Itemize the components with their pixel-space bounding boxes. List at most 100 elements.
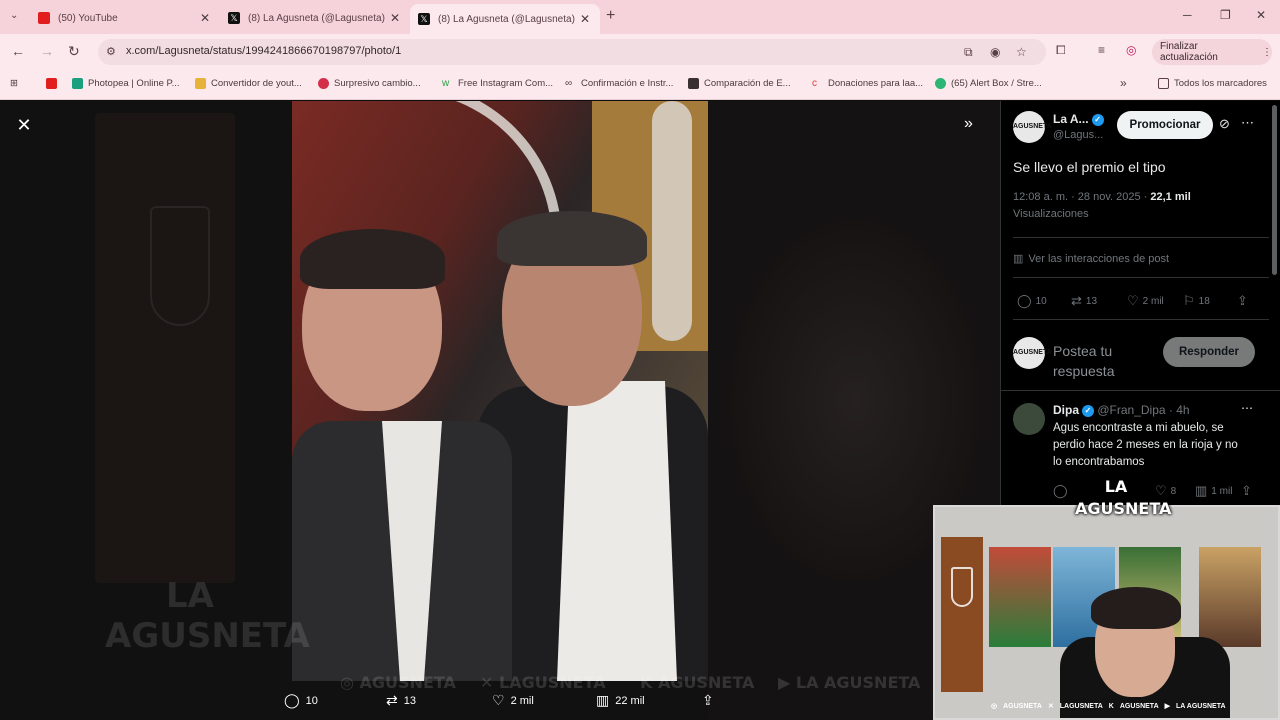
reply-more-icon[interactable]: ⋯ — [1241, 401, 1253, 415]
like-action[interactable]: ♡ 2 mil — [492, 692, 534, 709]
folder-icon — [195, 78, 206, 89]
bookmark-item[interactable]: c Donaciones para laa... — [812, 78, 923, 89]
webcam-overlay: ◎ AGUSNETA ✕ LAGUSNETA K AGUSNETA ▶ LA AGUSN… — [933, 505, 1280, 720]
bookmark-youtube[interactable] — [46, 78, 62, 89]
url-text[interactable]: x.com/Lagusneta/status/19942418666701987… — [126, 45, 401, 57]
bar-chart-icon: ▥ — [596, 692, 610, 708]
forward-icon[interactable]: → — [40, 43, 54, 59]
tab-youtube[interactable]: (50) YouTube ✕ — [30, 5, 220, 31]
close-tab-icon[interactable]: ✕ — [198, 11, 212, 25]
repost-icon: ⇄ — [1071, 293, 1082, 308]
more-vert-icon: ⋮ — [1262, 46, 1272, 58]
background-banner — [95, 113, 235, 583]
install-app-icon[interactable]: ⧉ — [964, 45, 973, 60]
reposts-stat[interactable]: ⇄ 13 — [1071, 293, 1097, 309]
tab-strip: ⌄ (50) YouTube ✕ 𝕏 (8) La Agusneta (@Lag… — [0, 0, 1280, 34]
scrollbar[interactable] — [1272, 105, 1277, 275]
streamer-hair — [1091, 587, 1181, 629]
more-options-icon[interactable]: ⋯ — [1241, 115, 1254, 131]
author-handle[interactable]: @Lagus... — [1053, 129, 1103, 141]
bookmark-item[interactable]: (65) Alert Box / Stre... — [935, 78, 1042, 89]
photopea-icon — [72, 78, 83, 89]
minimize-icon[interactable]: ─ — [1183, 8, 1192, 22]
extensions-icon[interactable]: ⧠ — [1056, 43, 1066, 58]
bookmark-icon: ⚐ — [1183, 293, 1195, 308]
person-left-hair — [300, 229, 445, 289]
reply-input[interactable]: Postea tu — [1053, 343, 1112, 359]
own-avatar[interactable]: AGUSNETA — [1013, 337, 1052, 369]
post-timestamp[interactable]: 12:08 a. m. · 28 nov. 2025 · 22,1 mil — [1013, 191, 1191, 203]
reply-author[interactable]: Dipa ✓ @Fran_Dipa · 4h — [1053, 403, 1190, 417]
reply-likes[interactable]: ♡ 8 — [1155, 483, 1176, 499]
reply-share-icon[interactable]: ⇪ — [1241, 483, 1256, 499]
divider — [1001, 390, 1280, 391]
reply-text-line: Agus encontraste a mi abuelo, se — [1053, 422, 1224, 434]
reply-input-continued[interactable]: respuesta — [1053, 363, 1114, 379]
more-bookmarks-icon[interactable]: » — [1120, 76, 1127, 90]
tab-search-chevron-icon[interactable]: ⌄ — [10, 10, 18, 21]
author-name[interactable]: La A... ✓ — [1053, 112, 1104, 126]
channel-logo: LA AGUSNETA — [1075, 477, 1172, 518]
kick-icon: K — [1108, 702, 1114, 710]
comment-icon: ◯ — [284, 692, 300, 708]
bookmark-item[interactable]: Photopea | Online P... — [72, 78, 180, 89]
star-icon[interactable]: ☆ — [1016, 45, 1027, 59]
link-icon: ∞ — [565, 78, 573, 89]
close-viewer-button[interactable]: ✕ — [14, 115, 34, 135]
reply-views[interactable]: ▥ 1 mil — [1195, 483, 1232, 499]
tab-x-2-active[interactable]: 𝕏 (8) La Agusneta (@Lagusneta) ✕ — [410, 4, 600, 34]
reply-avatar[interactable] — [1013, 403, 1045, 435]
new-tab-button[interactable]: + — [606, 7, 615, 25]
collapse-panel-icon[interactable]: » — [964, 115, 973, 133]
divider — [1013, 319, 1269, 320]
tab-x-1[interactable]: 𝕏 (8) La Agusneta (@Lagusneta) ✕ — [220, 5, 410, 31]
bookmark-item[interactable]: Comparación de E... — [688, 78, 791, 89]
post-photo[interactable] — [292, 101, 708, 681]
address-bar[interactable]: ⚙ x.com/Lagusneta/status/199424186667019… — [98, 39, 1046, 65]
bookmark-item[interactable]: Surpresivo cambio... — [318, 78, 421, 89]
avatar[interactable]: AGUSNETA — [1013, 111, 1052, 143]
w-icon: w — [442, 78, 450, 89]
repost-action[interactable]: ⇄ 13 — [386, 692, 416, 709]
close-tab-icon[interactable]: ✕ — [578, 12, 592, 26]
close-tab-icon[interactable]: ✕ — [388, 11, 402, 25]
reply-comment[interactable]: ◯ — [1053, 483, 1072, 499]
cam-crest — [951, 567, 973, 607]
cam-poster — [989, 547, 1051, 647]
share-icon: ⇪ — [702, 692, 714, 708]
verified-badge-icon: ✓ — [1091, 113, 1104, 126]
view-interactions-link[interactable]: ▥ Ver las interacciones de post — [1013, 252, 1169, 265]
bookmark-item[interactable]: w Free Instagram Com... — [442, 78, 553, 89]
tab-title: (8) La Agusneta (@Lagusneta) — [248, 12, 385, 24]
eye-off-icon[interactable]: ◉ — [990, 45, 1000, 59]
bookmark-item[interactable]: Convertidor de yout... — [195, 78, 302, 89]
bookmarks-stat[interactable]: ⚐ 18 — [1183, 293, 1210, 309]
grok-icon[interactable]: ⊘ — [1219, 116, 1230, 132]
site-info-icon[interactable]: ⚙ — [106, 45, 116, 58]
all-bookmarks[interactable]: Todos los marcadores — [1158, 78, 1267, 89]
streamlabs-icon — [935, 78, 946, 89]
youtube-icon — [46, 78, 57, 89]
profile-icon[interactable]: ◎ — [1126, 43, 1136, 57]
likes-stat[interactable]: ♡ 2 mil — [1127, 293, 1164, 309]
share-action[interactable]: ⇪ — [702, 692, 720, 709]
restore-icon[interactable]: ❐ — [1220, 8, 1231, 22]
promote-button[interactable]: Promocionar — [1117, 111, 1213, 139]
views-action[interactable]: ▥ 22 mil — [596, 692, 645, 709]
media-icon[interactable]: ≡ — [1098, 43, 1105, 57]
reply-action[interactable]: ◯ 10 — [284, 692, 318, 709]
update-button[interactable]: Finalizar actualización ⋮ — [1152, 39, 1272, 65]
share-icon[interactable]: ⇪ — [1237, 293, 1252, 309]
bookmark-item[interactable]: ∞ Confirmación e Instr... — [565, 78, 673, 89]
instagram-icon: ◎ — [991, 703, 998, 710]
page-icon — [688, 78, 699, 89]
window-close-icon[interactable]: ✕ — [1256, 8, 1266, 22]
cam-poster — [1199, 547, 1261, 647]
replies-stat[interactable]: ◯ 10 — [1017, 293, 1047, 309]
photo-viewer: LA AGUSNETA ◎ AGUSNETA ✕ LAGUSNETA K AGU… — [0, 101, 1000, 720]
back-icon[interactable]: ← — [11, 43, 25, 59]
apps-grid-icon[interactable]: ⊞ — [10, 78, 18, 89]
reply-button[interactable]: Responder — [1163, 337, 1255, 367]
x-icon: 𝕏 — [228, 12, 240, 24]
reload-icon[interactable]: ↻ — [68, 43, 80, 60]
